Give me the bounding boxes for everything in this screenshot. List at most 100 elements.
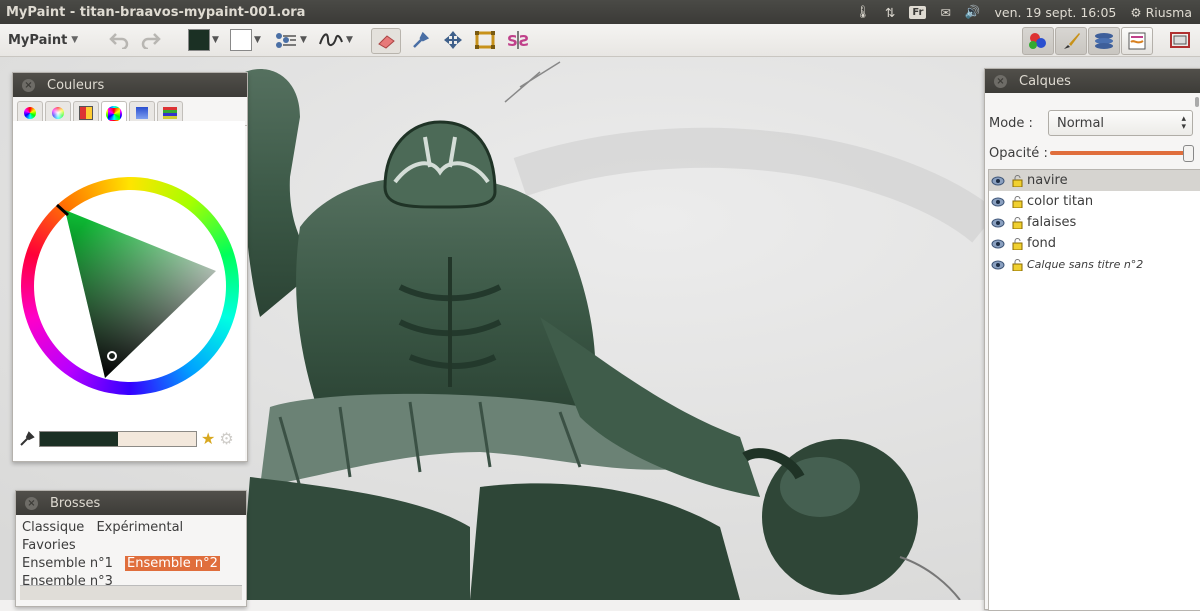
chevron-down-icon: ▼ — [300, 35, 307, 45]
brush-thumbnails-strip[interactable] — [20, 585, 242, 600]
eye-icon[interactable] — [989, 218, 1007, 228]
brush-settings-icon — [276, 33, 296, 48]
svg-text:S: S — [507, 32, 518, 50]
close-icon[interactable]: × — [25, 496, 38, 510]
close-icon[interactable]: × — [994, 74, 1007, 88]
gear-icon: ⚙ — [1130, 4, 1142, 20]
app-menu-label: MyPaint — [8, 32, 68, 48]
layer-name: fond — [1027, 236, 1057, 251]
fullscreen-button[interactable] — [1165, 28, 1195, 52]
mode-label: Mode : — [989, 116, 1033, 131]
lock-icon[interactable] — [1007, 216, 1027, 229]
keyboard-layout-indicator[interactable]: Fr — [909, 5, 927, 19]
network-icon[interactable]: ⇅ — [885, 5, 895, 20]
brush-settings-button[interactable]: ▼ — [274, 28, 307, 52]
eye-icon[interactable] — [989, 197, 1007, 207]
opacity-label: Opacité : — [989, 146, 1048, 161]
primary-color-button[interactable]: ▼ — [188, 28, 219, 52]
layer-row[interactable]: falaises — [989, 212, 1200, 233]
gear-icon[interactable]: ⚙ — [219, 429, 233, 448]
secondary-color-button[interactable]: ▼ — [230, 28, 261, 52]
pan-button[interactable] — [440, 28, 466, 52]
lock-icon[interactable] — [1007, 237, 1027, 250]
stroke-mode-icon — [319, 33, 343, 46]
symmetry-button[interactable]: SS — [505, 28, 531, 52]
undo-button[interactable] — [106, 28, 132, 52]
secondary-color-swatch — [230, 29, 252, 51]
eye-icon[interactable] — [989, 176, 1007, 186]
color-picker-button[interactable] — [407, 28, 433, 52]
colors-panel-header: × Couleurs — [13, 73, 247, 97]
blend-mode-value: Normal — [1057, 115, 1105, 131]
brush-group-item[interactable]: Classique — [22, 520, 84, 535]
thermometer-icon[interactable]: 🌡 — [855, 4, 871, 20]
clock[interactable]: ven. 19 sept. 16:05 — [995, 5, 1117, 20]
hsv-triangle-selector[interactable] — [13, 121, 245, 461]
lock-icon[interactable] — [1007, 174, 1027, 187]
app-menu-button[interactable]: MyPaint ▼ — [8, 28, 78, 52]
chevron-down-icon: ▼ — [71, 35, 79, 45]
eye-icon[interactable] — [989, 239, 1007, 249]
svg-text:S: S — [518, 32, 529, 50]
brush-group-item[interactable]: Ensemble n°1 — [22, 556, 113, 571]
color-picker-icon[interactable] — [19, 430, 35, 447]
palette-icon — [1029, 33, 1046, 49]
layer-name: navire — [1027, 173, 1068, 188]
brush-icon — [1064, 33, 1080, 49]
layers-scrollbar[interactable] — [1195, 97, 1199, 107]
eraser-icon — [378, 35, 395, 49]
pan-icon — [444, 31, 462, 49]
layer-row[interactable]: color titan — [989, 191, 1200, 212]
layer-row[interactable]: navire — [989, 170, 1200, 191]
frame-button[interactable] — [472, 28, 498, 52]
lock-icon[interactable] — [1007, 195, 1027, 208]
chevron-down-icon: ▼ — [254, 35, 261, 45]
layer-name: color titan — [1027, 194, 1094, 209]
layers-panel: × Calques Mode : Normal ▴ ▾ Opacité : nav… — [984, 68, 1200, 611]
brush-panel-toggle[interactable] — [1055, 27, 1087, 55]
stroke-mode-button[interactable]: ▼ — [318, 28, 353, 52]
mail-icon[interactable]: ✉ — [940, 5, 950, 20]
color-history[interactable] — [39, 430, 197, 447]
palette-icon — [79, 106, 93, 120]
chevron-down-icon: ▼ — [212, 35, 219, 45]
hsv-wheel-icon — [52, 107, 64, 119]
colors-panel: × Couleurs ★ ⚙ — [12, 72, 248, 462]
scratchpad-icon — [1128, 32, 1146, 50]
favorite-star-icon[interactable]: ★ — [201, 429, 215, 448]
liquid-wash-icon — [163, 107, 177, 119]
layers-panel-title: Calques — [1019, 73, 1071, 89]
close-icon[interactable]: × — [22, 78, 35, 92]
lock-icon[interactable] — [1007, 258, 1027, 271]
fullscreen-icon — [1170, 32, 1190, 48]
brushes-panel-title: Brosses — [50, 495, 101, 511]
layer-name: falaises — [1027, 215, 1077, 230]
brush-group-item-selected[interactable]: Ensemble n°2 — [125, 556, 220, 571]
opacity-slider-handle[interactable] — [1183, 145, 1194, 162]
brush-group-item[interactable]: Expérimental — [96, 520, 183, 535]
opacity-slider[interactable] — [1050, 145, 1194, 162]
layer-row[interactable]: Calque sans titre n°2 — [989, 254, 1200, 275]
frame-icon — [475, 31, 495, 49]
layers-icon — [1095, 33, 1113, 49]
system-tray: 🌡 ⇅ Fr ✉ 🔊 ven. 19 sept. 16:05 ⚙ Riusma — [855, 4, 1200, 20]
scratchpad-toggle[interactable] — [1121, 27, 1153, 55]
eye-icon[interactable] — [989, 260, 1007, 270]
color-history-bar: ★ ⚙ — [19, 429, 234, 448]
layer-row[interactable]: fond — [989, 233, 1200, 254]
redo-icon — [141, 33, 161, 49]
layer-name: Calque sans titre n°2 — [1027, 258, 1144, 271]
window-title-bar: MyPaint - titan-braavos-mypaint-001.ora … — [0, 0, 1200, 24]
hsv-triangle-wheel[interactable] — [13, 121, 245, 421]
layers-panel-toggle[interactable] — [1088, 27, 1120, 55]
eraser-toggle[interactable] — [371, 28, 401, 54]
redo-button[interactable] — [138, 28, 164, 52]
current-color-sample — [40, 431, 118, 446]
blend-mode-select[interactable]: Normal ▴ ▾ — [1048, 110, 1193, 136]
chevron-down-icon: ▼ — [346, 35, 353, 45]
color-panel-toggle[interactable] — [1022, 27, 1054, 55]
brush-group-list: Classique Expérimental Favories Ensemble… — [16, 515, 246, 595]
brush-group-item[interactable]: Favories — [22, 538, 76, 553]
volume-icon[interactable]: 🔊 — [965, 4, 981, 20]
session-menu[interactable]: ⚙ Riusma — [1130, 5, 1192, 20]
